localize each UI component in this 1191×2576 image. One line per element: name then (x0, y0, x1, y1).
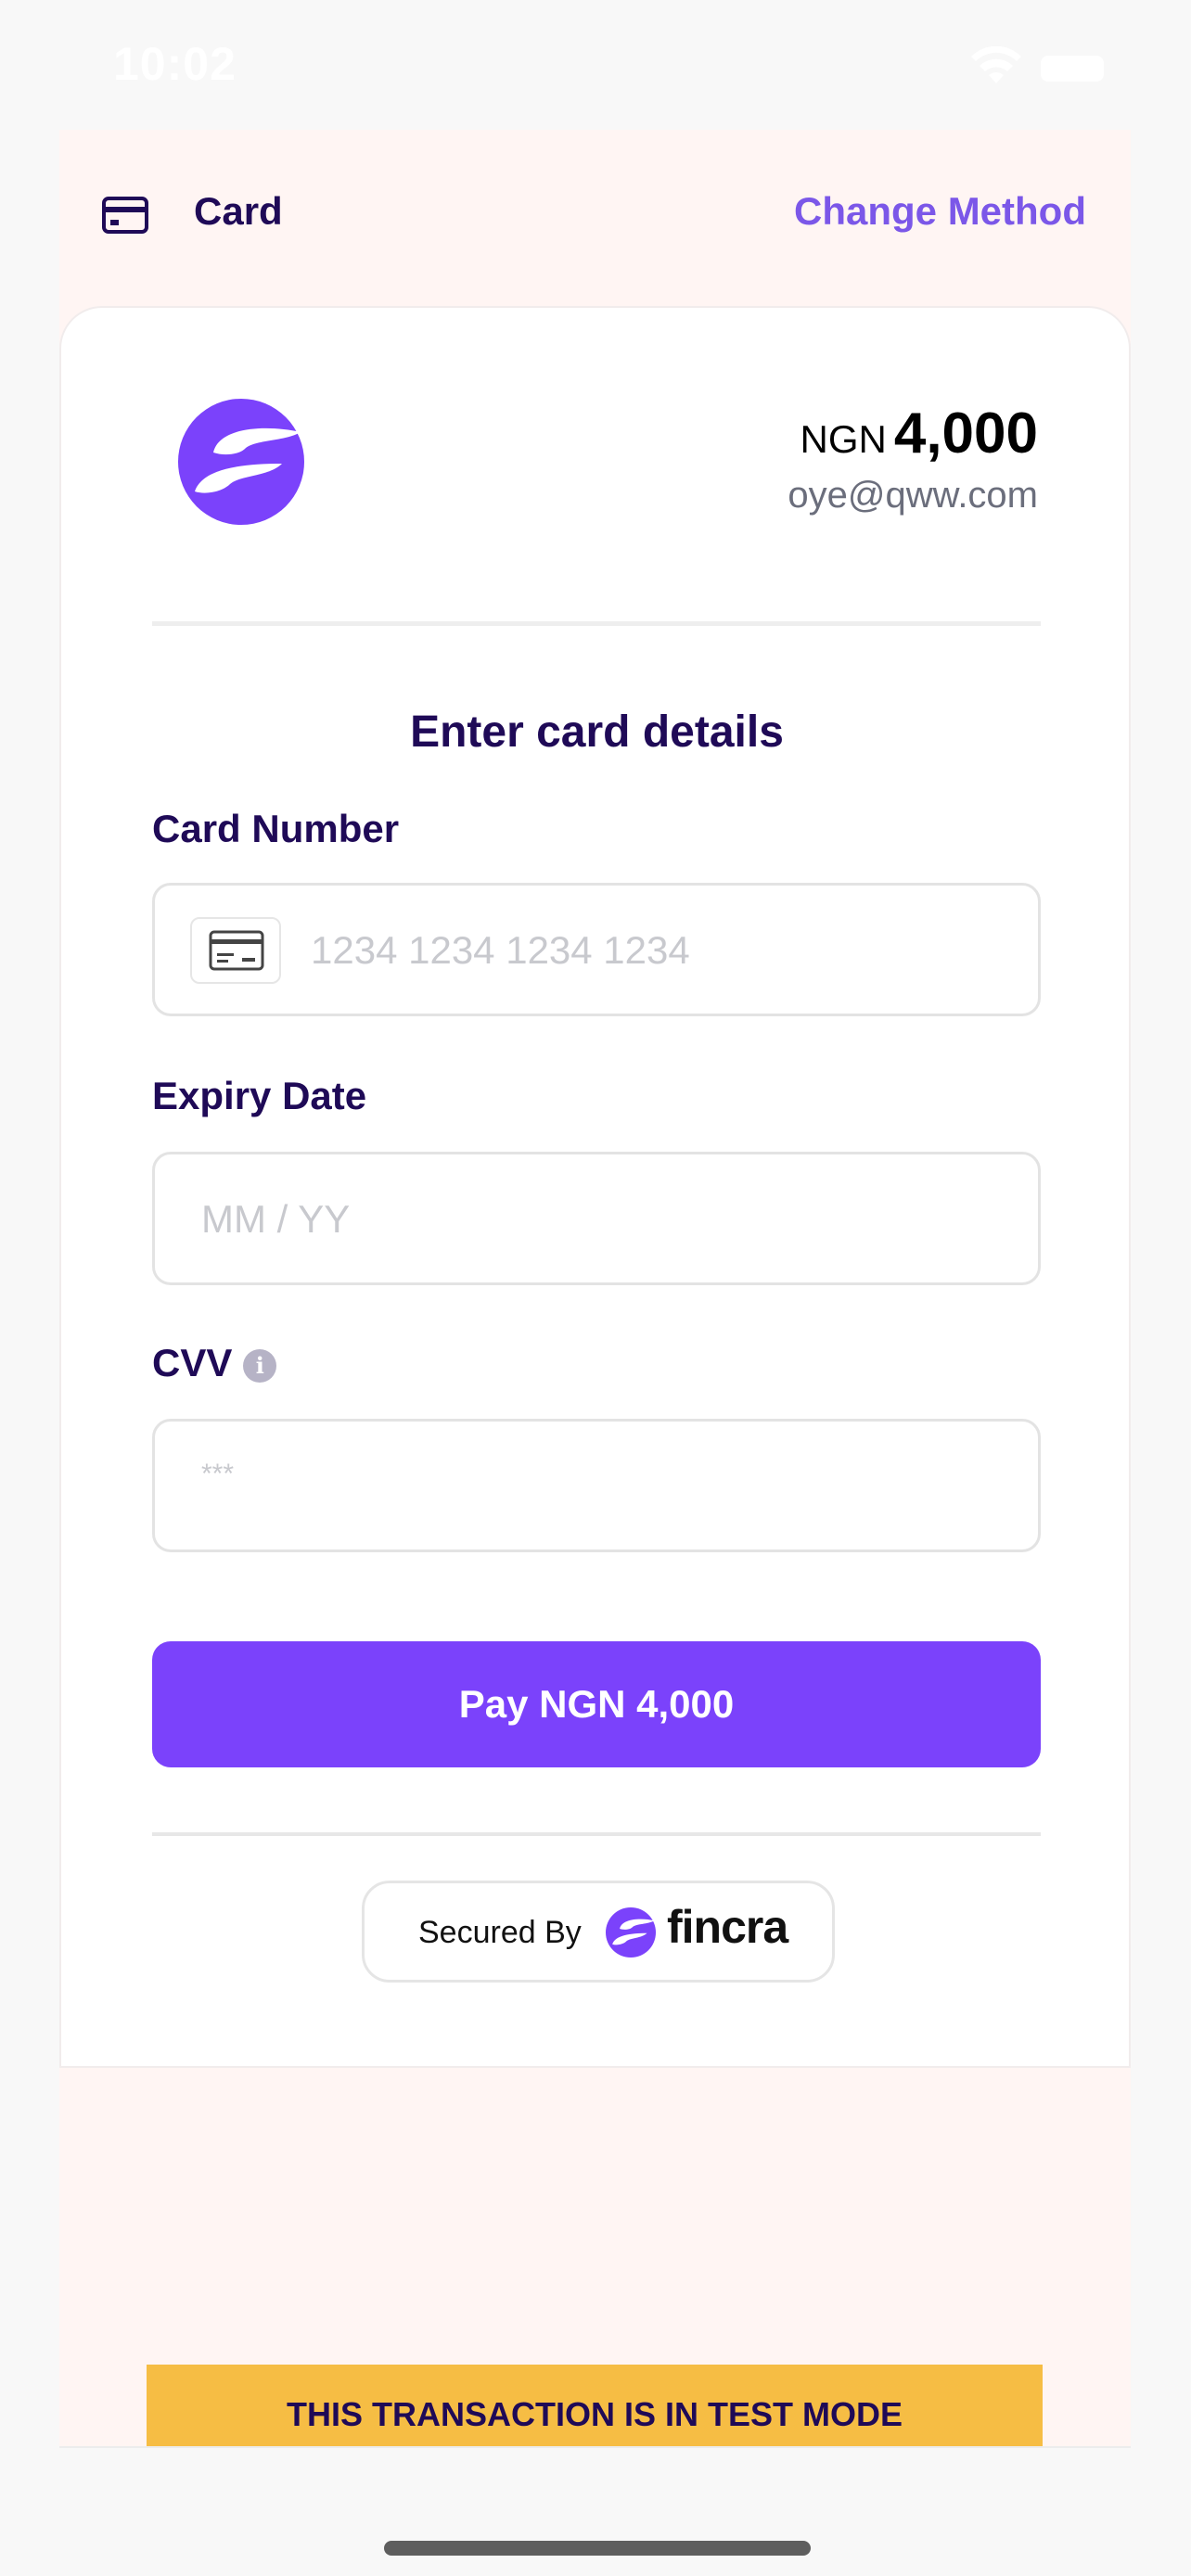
currency-code: NGN (800, 417, 887, 461)
info-icon[interactable]: i (243, 1348, 277, 1383)
header: Card Change Method (59, 130, 1131, 306)
card-icon (102, 197, 148, 234)
form-title: Enter card details (410, 708, 784, 757)
secured-by-badge: Secured By fincra (362, 1881, 835, 1983)
amount-display: NGN 4,000 (800, 401, 1039, 466)
cvv-input[interactable]: *** (152, 1419, 1041, 1552)
cvv-label-text: CVV (152, 1341, 233, 1384)
test-mode-banner: THIS TRANSACTION IS IN TEST MODE (147, 2365, 1043, 2448)
change-method-link[interactable]: Change Method (794, 189, 1086, 234)
payment-method-title: Card (194, 189, 283, 233)
cvv-label: CVV i (152, 1341, 277, 1385)
divider (152, 621, 1041, 626)
divider (152, 1832, 1041, 1836)
expiry-date-input[interactable]: MM / YY (152, 1152, 1041, 1285)
battery-icon (1041, 56, 1104, 82)
card-number-input[interactable]: 1234 1234 1234 1234 (152, 883, 1041, 1016)
card-input-icon (190, 917, 281, 984)
sheet-bottom-edge (59, 2446, 1131, 2448)
status-bar: 10:02 (0, 0, 1191, 130)
home-indicator[interactable] (384, 2541, 811, 2556)
expiry-date-label: Expiry Date (152, 1074, 367, 1117)
fincra-logo-icon (606, 1907, 656, 1958)
fincra-wordmark: fincra (667, 1901, 788, 1953)
fincra-logo-icon (178, 399, 304, 525)
card-number-placeholder: 1234 1234 1234 1234 (311, 928, 690, 972)
status-time: 10:02 (113, 38, 237, 90)
card-panel: NGN 4,000 oye@qww.com Enter card details … (59, 306, 1131, 2068)
expiry-date-placeholder: MM / YY (201, 1197, 351, 1241)
cvv-placeholder: *** (201, 1459, 235, 1489)
card-number-label: Card Number (152, 807, 400, 850)
pay-button[interactable]: Pay NGN 4,000 (152, 1641, 1041, 1767)
wifi-icon (971, 46, 1021, 83)
customer-email: oye@qww.com (788, 475, 1038, 516)
amount-value: 4,000 (893, 402, 1038, 465)
payment-sheet: Card Change Method NGN 4,000 oye@qww.com … (59, 130, 1131, 2448)
secured-by-text: Secured By (418, 1915, 582, 1950)
